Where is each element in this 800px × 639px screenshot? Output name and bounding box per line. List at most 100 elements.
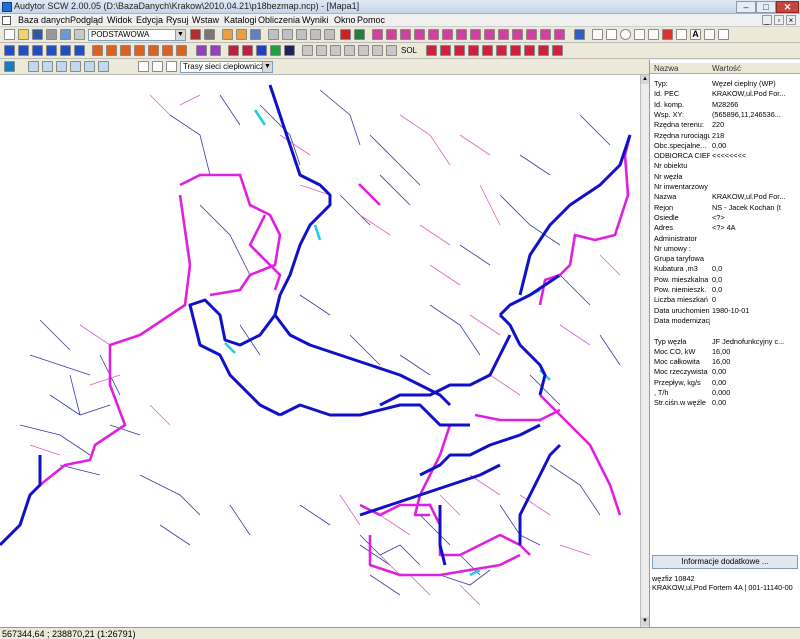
menu-pomoc[interactable]: Pomoc [357,15,385,25]
offset-icon[interactable] [524,45,535,56]
first-icon[interactable] [32,45,43,56]
zoom-window-icon[interactable] [42,61,53,72]
property-row[interactable]: Pow. niemieszk. 0,0 [650,285,800,295]
last-icon[interactable] [74,45,85,56]
menu-katalogi[interactable]: Katalogi [224,15,257,25]
delete-node-icon[interactable] [440,45,451,56]
move-left-icon[interactable] [4,45,15,56]
menu-baza-danych[interactable]: Baza danych [18,15,70,25]
move-right-icon[interactable] [18,45,29,56]
property-row[interactable]: Przepływ, kg/s 0,00 [650,378,800,388]
preview-icon[interactable] [60,29,71,40]
pen-icon[interactable] [574,29,585,40]
select-green-icon[interactable] [354,29,365,40]
table-6-icon[interactable] [372,45,383,56]
draw-pump-icon[interactable] [442,29,453,40]
paste-icon[interactable] [250,29,261,40]
line-icon[interactable] [592,29,603,40]
draw-pipe-icon[interactable] [372,29,383,40]
property-row[interactable]: ODBIORCA CIEPŁA<<<<<<<< [650,151,800,161]
fill-icon[interactable] [662,29,673,40]
reverse-icon[interactable] [482,45,493,56]
insert-node-icon[interactable] [426,45,437,56]
property-row[interactable]: , T/h 0,000 [650,388,800,398]
dimension-icon[interactable] [704,29,715,40]
property-row[interactable]: Moc rzeczywista 0,00 [650,367,800,377]
property-row[interactable]: Liczba mieszkań 0 [650,295,800,305]
draw-branch-icon[interactable] [386,29,397,40]
layers-icon[interactable] [74,29,85,40]
group-icon[interactable] [268,29,279,40]
property-row[interactable]: Moc całkowita 16,00 [650,357,800,367]
draw-source-icon[interactable] [456,29,467,40]
mdi-close-icon[interactable]: × [786,15,796,25]
pointer-icon[interactable] [138,61,149,72]
mdi-minimize-icon[interactable]: _ [762,15,772,25]
ungroup-icon[interactable] [282,29,293,40]
arc-icon[interactable] [648,29,659,40]
zoom-in-icon[interactable] [28,61,39,72]
maximize-button[interactable]: □ [756,1,776,13]
trim-icon[interactable] [510,45,521,56]
property-row[interactable]: Adres <?> 4A [650,223,800,233]
length-icon[interactable] [176,45,187,56]
draw-vent-icon[interactable] [540,29,551,40]
layer-properties-icon[interactable] [190,29,201,40]
symbol-icon[interactable] [676,29,687,40]
pressure-icon[interactable] [106,45,117,56]
property-row[interactable]: Kubatura ,m3 0,0 [650,264,800,274]
property-row[interactable]: Rzędna terenu: 220 [650,120,800,130]
zoom-out-icon[interactable] [98,61,109,72]
zoom-label[interactable]: SOL [401,46,417,55]
copy-icon[interactable] [222,29,233,40]
zoom-previous-icon[interactable] [84,61,95,72]
vertical-scrollbar[interactable]: ▲ ▼ [640,75,649,627]
check-icon[interactable] [196,45,207,56]
document-icon[interactable] [2,16,11,25]
property-row[interactable]: Rejon NS - Jacek Kochan (t [650,203,800,213]
extend-icon[interactable] [496,45,507,56]
flow-icon[interactable] [92,45,103,56]
menu-podglad[interactable]: Podgląd [70,15,103,25]
cut-icon[interactable] [236,29,247,40]
pan-icon[interactable] [166,61,177,72]
chevron-down-icon[interactable]: ▼ [175,30,185,40]
table-1-icon[interactable] [302,45,313,56]
draw-fixed-point-icon[interactable] [512,29,523,40]
property-row[interactable]: Nr węzła [650,172,800,182]
rotate-icon[interactable] [552,45,563,56]
arrange-icon[interactable] [296,29,307,40]
menu-wstaw[interactable]: Wstaw [192,15,219,25]
property-row[interactable]: Nr umowy : [650,244,800,254]
table-4-icon[interactable] [344,45,355,56]
calc-2-icon[interactable] [242,45,253,56]
chevron-down-icon[interactable]: ▼ [262,62,272,72]
close-button[interactable]: ✕ [776,1,799,13]
split-icon[interactable] [454,45,465,56]
hatch-icon[interactable] [718,29,729,40]
polyline-icon[interactable] [606,29,617,40]
next-icon[interactable] [60,45,71,56]
table-3-icon[interactable] [330,45,341,56]
property-row[interactable]: Nr inwentarzowy [650,182,800,192]
trace-select[interactable]: Trasy sieci ciepłowniczej ▼ [180,61,273,73]
table-2-icon[interactable] [316,45,327,56]
layer-select[interactable]: PODSTAWOWA ▼ [88,29,186,41]
menu-okno[interactable]: Okno [334,15,356,25]
network-map[interactable] [0,75,640,627]
menu-obliczenia[interactable]: Obliczenia [258,15,300,25]
mirror-icon[interactable] [538,45,549,56]
print-icon[interactable] [46,29,57,40]
analyze-icon[interactable] [210,45,221,56]
map-canvas[interactable] [0,75,640,627]
velocity-icon[interactable] [134,45,145,56]
menu-edycja[interactable]: Edycja [136,15,163,25]
property-row[interactable]: Grupa taryfowa [650,254,800,264]
select-object-icon[interactable] [152,61,163,72]
property-row[interactable]: Pow. mieszkalna 0,0 [650,275,800,285]
draw-valve-icon[interactable] [428,29,439,40]
property-row[interactable]: Rzędna rurociągu 218 [650,131,800,141]
result-2-icon[interactable] [270,45,281,56]
property-row[interactable]: Data uruchomienia 1980-10-01 [650,306,800,316]
property-row[interactable]: Typ węzła JF Jednofunkcyjny c... [650,337,800,347]
